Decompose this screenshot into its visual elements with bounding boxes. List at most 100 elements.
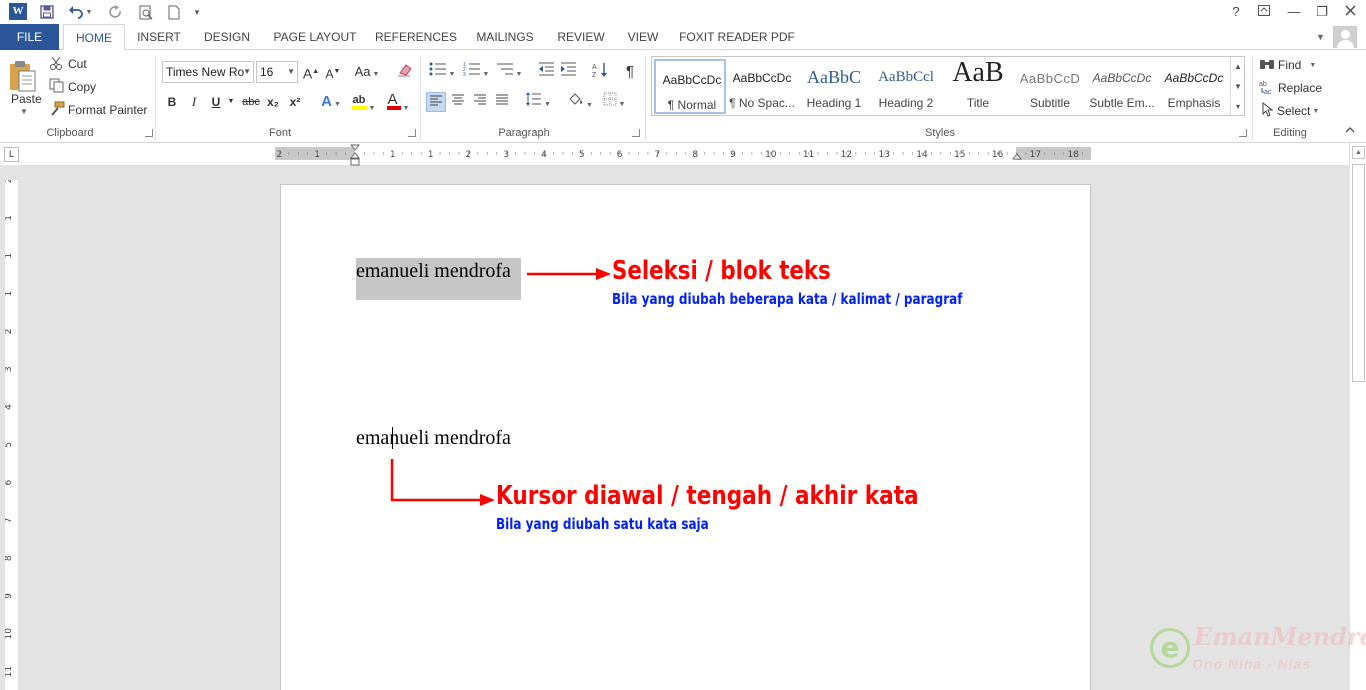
clear-formatting-icon[interactable] bbox=[394, 62, 414, 82]
tab-selector-button[interactable]: L bbox=[4, 147, 19, 162]
account-dropdown-icon[interactable]: ▼ bbox=[1316, 27, 1330, 47]
replace-button[interactable]: ab ac Replace bbox=[1259, 79, 1322, 97]
tab-review[interactable]: REVIEW bbox=[550, 24, 612, 50]
help-button[interactable]: ? bbox=[1225, 2, 1247, 22]
tab-file[interactable]: FILE bbox=[0, 24, 59, 50]
close-icon[interactable] bbox=[1339, 2, 1361, 22]
ribbon: Paste ▼ Cut Copy Format Painter Clipboar… bbox=[0, 50, 1366, 143]
bullets-button[interactable]: ▼ bbox=[426, 62, 458, 82]
collapse-ribbon-icon[interactable] bbox=[1345, 126, 1355, 133]
highlight-button[interactable]: ab ▼ bbox=[348, 92, 378, 112]
font-size-combo[interactable]: 16 ▼ bbox=[256, 61, 298, 83]
select-button[interactable]: Select ▼ bbox=[1261, 101, 1319, 120]
borders-button[interactable]: ▼ bbox=[598, 92, 630, 112]
italic-button[interactable]: I bbox=[186, 92, 202, 112]
tab-view[interactable]: VIEW bbox=[620, 24, 666, 50]
tab-foxit-reader-pdf[interactable]: FOXIT READER PDF bbox=[674, 24, 800, 50]
gallery-more-icon[interactable]: ▾ bbox=[1230, 97, 1245, 116]
superscript-button[interactable]: x² bbox=[286, 92, 304, 112]
avatar[interactable] bbox=[1333, 26, 1357, 48]
scroll-up-icon[interactable]: ▲ bbox=[1352, 146, 1365, 159]
line-spacing-button[interactable]: ▼ bbox=[522, 92, 554, 112]
undo-icon[interactable]: ▼ bbox=[66, 2, 94, 22]
show-formatting-marks-icon[interactable]: ¶ bbox=[620, 62, 640, 82]
multilevel-list-button[interactable]: ▼ bbox=[494, 62, 524, 82]
annotation-cursor-title: Kursor diawal / tengah / akhir kata bbox=[496, 481, 919, 511]
redo-icon[interactable] bbox=[106, 2, 126, 22]
vertical-ruler[interactable]: 2111234567891011 bbox=[5, 180, 18, 690]
tab-design[interactable]: DESIGN bbox=[196, 24, 258, 50]
word-icon[interactable]: W bbox=[9, 3, 27, 20]
minimize-button[interactable]: — bbox=[1283, 2, 1305, 22]
grow-font-icon[interactable]: A▲ bbox=[302, 62, 320, 82]
tab-references[interactable]: REFERENCES bbox=[372, 24, 460, 50]
increase-indent-icon[interactable] bbox=[558, 62, 578, 82]
text-effects-icon: A bbox=[321, 93, 332, 110]
align-center-icon[interactable] bbox=[448, 92, 468, 112]
cut-button[interactable]: Cut bbox=[49, 55, 87, 73]
format-painter-button[interactable]: Format Painter bbox=[49, 101, 147, 119]
text-effects-button[interactable]: A ▼ bbox=[316, 92, 346, 112]
align-left-icon[interactable] bbox=[426, 92, 446, 112]
shading-button[interactable]: ▼ bbox=[564, 92, 596, 112]
shrink-font-icon[interactable]: A▼ bbox=[324, 62, 342, 82]
ribbon-display-options-icon[interactable] bbox=[1253, 2, 1275, 22]
numbering-button[interactable]: 1 2 3 ▼ bbox=[460, 62, 492, 82]
first-line-indent-marker[interactable] bbox=[350, 144, 360, 168]
underline-dropdown-icon[interactable]: ▼ bbox=[226, 92, 236, 112]
right-indent-marker[interactable] bbox=[1012, 152, 1022, 160]
paintbrush-icon bbox=[49, 101, 65, 119]
numbering-icon: 123 bbox=[463, 62, 480, 78]
clipboard-launcher-icon[interactable] bbox=[145, 129, 153, 137]
tab-page-layout[interactable]: PAGE LAYOUT bbox=[266, 24, 364, 50]
align-right-icon[interactable] bbox=[470, 92, 490, 112]
document-line-selected[interactable]: emanueli mendrofa bbox=[356, 260, 511, 283]
underline-button[interactable]: U bbox=[208, 92, 224, 112]
customize-icon[interactable]: ▾ bbox=[190, 2, 204, 22]
gallery-scroll-down-icon[interactable]: ▼ bbox=[1230, 77, 1245, 96]
tab-insert[interactable]: INSERT bbox=[130, 24, 188, 50]
horizontal-ruler[interactable]: 21112345678910111213141516171819 bbox=[275, 147, 1091, 160]
find-button[interactable]: Find ▼ bbox=[1259, 56, 1316, 74]
change-case-button[interactable]: Aa ▼ bbox=[352, 62, 382, 82]
font-name-combo[interactable]: Times New Ro ▼ bbox=[162, 61, 254, 83]
tab-home[interactable]: HOME bbox=[63, 24, 125, 51]
restore-button[interactable]: ❐ bbox=[1311, 2, 1333, 22]
style-subtle-emphasis[interactable]: AaBbCcDc Subtle Em... bbox=[1086, 59, 1158, 114]
paragraph-launcher-icon[interactable] bbox=[632, 129, 640, 137]
sort-icon[interactable]: AZ bbox=[590, 62, 610, 82]
style-heading-1[interactable]: AaBbC Heading 1 bbox=[798, 59, 870, 114]
bold-button[interactable]: B bbox=[164, 92, 180, 112]
scroll-thumb[interactable] bbox=[1352, 164, 1365, 382]
font-size-value: 16 bbox=[260, 65, 274, 79]
subscript-button[interactable]: x₂ bbox=[264, 92, 282, 112]
justify-icon[interactable] bbox=[492, 92, 512, 112]
strikethrough-button[interactable]: abc bbox=[240, 92, 262, 112]
title-bar: W ▼ ▾ ? — ❐ bbox=[0, 0, 1366, 24]
font-color-button[interactable]: A ▼ bbox=[383, 91, 413, 112]
document-line-cursor[interactable]: emanueli mendrofa bbox=[356, 427, 511, 450]
new-document-icon[interactable] bbox=[164, 2, 184, 22]
style-normal[interactable]: AaBbCcDc ¶ Normal bbox=[654, 59, 726, 114]
font-launcher-icon[interactable] bbox=[408, 129, 416, 137]
paste-icon[interactable] bbox=[7, 56, 43, 96]
style-emphasis[interactable]: AaBbCcDc Emphasis bbox=[1158, 59, 1230, 114]
styles-launcher-icon[interactable] bbox=[1239, 129, 1247, 137]
vertical-scrollbar[interactable]: ▲ bbox=[1349, 143, 1366, 690]
font-name-value: Times New Ro bbox=[166, 65, 245, 79]
print-preview-icon[interactable] bbox=[136, 2, 156, 22]
gallery-scroll-up-icon[interactable]: ▲ bbox=[1230, 57, 1245, 76]
decrease-indent-icon[interactable] bbox=[536, 62, 556, 82]
font-group-label: Font bbox=[268, 127, 291, 139]
style-title[interactable]: AaB Title bbox=[942, 59, 1014, 114]
style-subtitle[interactable]: AaBbCcD Subtitle bbox=[1014, 59, 1086, 114]
paste-dropdown-icon[interactable]: ▼ bbox=[20, 107, 28, 116]
tab-mailings[interactable]: MAILINGS bbox=[468, 24, 542, 50]
clipboard-group-label: Clipboard bbox=[46, 127, 94, 139]
copy-button[interactable]: Copy bbox=[49, 78, 96, 96]
paste-button[interactable]: Paste bbox=[11, 92, 42, 106]
save-icon[interactable] bbox=[38, 2, 56, 22]
line-spacing-icon bbox=[526, 92, 542, 106]
style-heading-2[interactable]: AaBbCcl Heading 2 bbox=[870, 59, 942, 114]
style-no-spacing[interactable]: AaBbCcDc ¶ No Spac... bbox=[726, 59, 798, 114]
